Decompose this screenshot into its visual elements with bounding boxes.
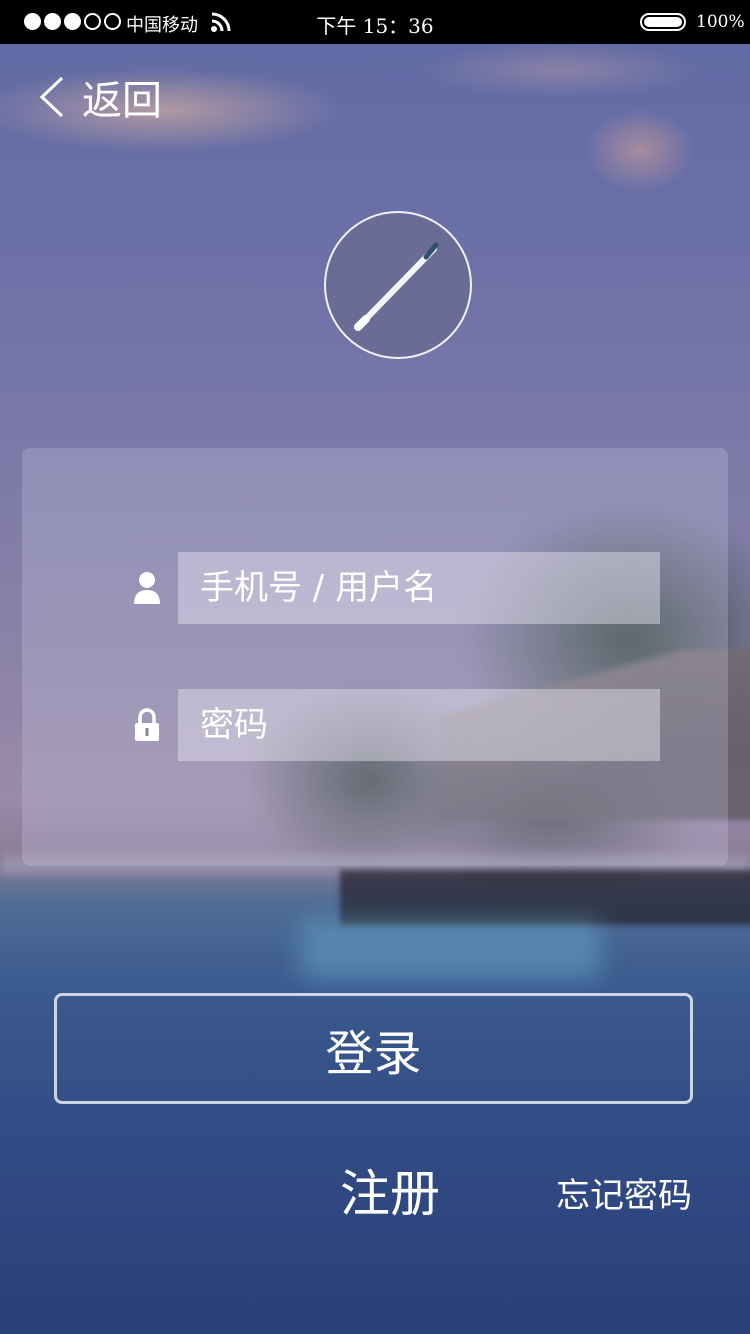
register-link[interactable]: 注册 <box>340 1154 440 1226</box>
background-water-glow <box>300 920 600 980</box>
user-icon <box>134 572 160 604</box>
forgot-password-link[interactable]: 忘记密码 <box>556 1168 692 1217</box>
back-label: 返回 <box>82 78 162 124</box>
back-button[interactable]: 返回 <box>36 68 162 126</box>
status-bar: 中国移动 下午 15：36 100% <box>0 0 750 44</box>
login-button[interactable]: 登录 <box>54 993 693 1104</box>
chevron-left-icon <box>39 76 64 118</box>
password-row <box>132 689 660 761</box>
username-input[interactable] <box>178 552 660 624</box>
lock-icon <box>135 708 159 741</box>
battery-percent: 100% <box>696 12 745 32</box>
password-input[interactable] <box>178 689 660 761</box>
battery-fill <box>644 17 682 27</box>
app-logo <box>324 211 472 359</box>
username-row <box>132 552 660 624</box>
background-pier <box>340 870 750 925</box>
login-form-card <box>22 448 728 866</box>
status-time: 下午 15：36 <box>316 14 434 38</box>
battery-icon <box>640 13 686 31</box>
pen-icon <box>354 242 439 331</box>
